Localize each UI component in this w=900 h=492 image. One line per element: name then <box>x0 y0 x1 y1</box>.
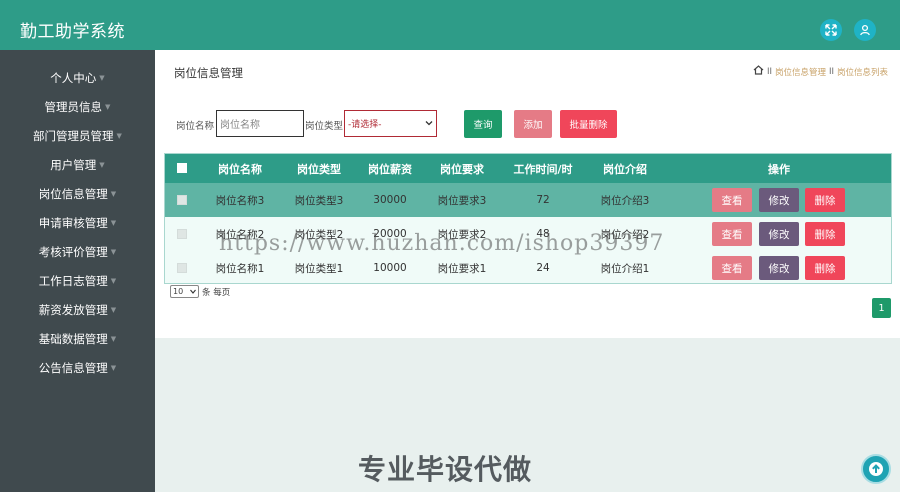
column-header-hours: 工作时间/时 <box>513 162 573 176</box>
fullscreen-icon[interactable] <box>820 19 842 41</box>
chevron-down-icon: ▼ <box>105 103 111 111</box>
sidebar-item-evaluation[interactable]: 考核评价管理 ▼ <box>0 238 155 267</box>
chevron-down-icon: ▼ <box>110 248 117 256</box>
app-title: 勤工助学系统 <box>20 22 125 42</box>
sidebar-item-label: 管理员信息 <box>44 100 103 114</box>
view-button[interactable]: 查看 <box>712 188 752 212</box>
sidebar-item-label: 用户管理 <box>50 158 97 172</box>
promo-text: 专业毕设代做 <box>358 453 533 486</box>
column-header-type: 岗位类型 <box>297 162 341 176</box>
row-checkbox[interactable] <box>177 195 187 205</box>
sidebar-item-label: 薪资发放管理 <box>38 303 108 317</box>
table-row: 岗位名称3 岗位类型3 30000 岗位要求3 72 岗位介绍3 查看 修改 删… <box>165 183 891 217</box>
position-type-label: 岗位类型 <box>305 121 344 132</box>
chevron-down-icon: ▼ <box>99 161 105 169</box>
chevron-down-icon: ▼ <box>110 219 117 227</box>
sidebar-item-salary[interactable]: 薪资发放管理 ▼ <box>0 296 155 325</box>
page-title: 岗位信息管理 <box>174 66 243 80</box>
sidebar-item-positions[interactable]: 岗位信息管理 ▼ <box>0 180 155 209</box>
page-size-select[interactable]: 10 <box>170 285 199 298</box>
position-type-select[interactable]: -请选择- <box>344 110 437 137</box>
breadcrumb: II 岗位信息管理 II 岗位信息列表 <box>753 65 888 78</box>
sidebar-item-work-log[interactable]: 工作日志管理 ▼ <box>0 267 155 296</box>
search-button[interactable]: 查询 <box>464 110 502 138</box>
select-all-checkbox[interactable] <box>177 163 187 173</box>
column-header-requirement: 岗位要求 <box>440 162 484 176</box>
arrow-up-circle-icon[interactable] <box>861 454 891 484</box>
breadcrumb-item[interactable]: 岗位信息管理 <box>775 66 826 78</box>
sidebar-item-announcements[interactable]: 公告信息管理 ▼ <box>0 354 155 383</box>
column-header-intro: 岗位介绍 <box>603 162 647 176</box>
position-name-label: 岗位名称 <box>176 121 215 132</box>
position-name-input[interactable]: 岗位名称 <box>216 110 304 137</box>
delete-button[interactable]: 删除 <box>805 256 845 280</box>
page-size-value: 10 <box>173 287 184 296</box>
chevron-down-icon <box>190 287 196 296</box>
home-icon[interactable] <box>753 65 764 78</box>
cell-salary: 30000 <box>373 194 407 206</box>
view-button[interactable]: 查看 <box>712 222 752 246</box>
sidebar-item-label: 基础数据管理 <box>38 332 108 346</box>
user-icon[interactable] <box>854 19 876 41</box>
sidebar-item-label: 部门管理员管理 <box>33 129 114 143</box>
chevron-down-icon: ▼ <box>99 74 105 82</box>
chevron-down-icon: ▼ <box>116 132 122 140</box>
sidebar-item-label: 个人中心 <box>50 71 97 85</box>
cell-requirement: 岗位要求3 <box>437 194 487 207</box>
watermark-text: https://www.huzhan.com/ishop39397 <box>219 231 665 256</box>
cell-name: 岗位名称3 <box>215 194 265 207</box>
per-page-label: 条 每页 <box>202 287 231 298</box>
sidebar-item-label: 公告信息管理 <box>38 361 108 375</box>
chevron-down-icon: ▼ <box>110 190 117 198</box>
cell-type: 岗位类型3 <box>294 194 344 207</box>
row-checkbox[interactable] <box>177 229 187 239</box>
page-number-button[interactable]: 1 <box>872 298 891 318</box>
chevron-down-icon: ▼ <box>110 306 117 314</box>
edit-button[interactable]: 修改 <box>759 222 799 246</box>
delete-button[interactable]: 删除 <box>805 188 845 212</box>
positions-table: 岗位名称 岗位类型 岗位薪资 岗位要求 工作时间/时 岗位介绍 操作 岗位名称3… <box>164 153 892 284</box>
edit-button[interactable]: 修改 <box>759 256 799 280</box>
breadcrumb-item: 岗位信息列表 <box>836 67 888 78</box>
sidebar-item-label: 工作日志管理 <box>38 274 108 288</box>
row-checkbox[interactable] <box>177 263 187 273</box>
batch-delete-button[interactable]: 批量删除 <box>560 110 617 138</box>
chevron-down-icon: ▼ <box>110 335 117 343</box>
chevron-down-icon <box>425 119 433 129</box>
search-bar: 岗位名称 岗位名称 岗位类型 -请选择- 查询 添加 批量删除 <box>176 109 896 139</box>
sidebar: 个人中心 ▼ 管理员信息 ▼ 部门管理员管理 ▼ 用户管理 ▼ 岗位信息管理 ▼ 申请审核… <box>0 50 155 492</box>
sidebar-item-base-data[interactable]: 基础数据管理 ▼ <box>0 325 155 354</box>
cell-hours: 72 <box>536 194 550 206</box>
chevron-down-icon: ▼ <box>110 277 117 285</box>
sidebar-item-users[interactable]: 用户管理 ▼ <box>0 151 155 180</box>
sidebar-item-label: 岗位信息管理 <box>38 187 108 201</box>
view-button[interactable]: 查看 <box>712 256 752 280</box>
sidebar-item-dept-admin[interactable]: 部门管理员管理 ▼ <box>0 122 155 151</box>
main-content: 岗位信息管理 II 岗位信息管理 II 岗位信息列表 岗位名称 岗位名称 岗位类… <box>155 50 900 338</box>
chevron-down-icon: ▼ <box>110 364 117 372</box>
add-button[interactable]: 添加 <box>514 110 552 138</box>
sidebar-item-label: 申请审核管理 <box>38 216 108 230</box>
sidebar-item-personal-center[interactable]: 个人中心 ▼ <box>0 64 155 93</box>
cell-intro: 岗位介绍3 <box>600 194 650 207</box>
breadcrumb-separator: II <box>766 66 772 77</box>
sidebar-item-label: 考核评价管理 <box>38 245 108 259</box>
column-header-salary: 岗位薪资 <box>368 162 412 176</box>
sidebar-item-application-review[interactable]: 申请审核管理 ▼ <box>0 209 155 238</box>
page-size-control: 10 条 每页 <box>170 285 230 298</box>
delete-button[interactable]: 删除 <box>805 222 845 246</box>
column-header-name: 岗位名称 <box>218 162 262 176</box>
table-header: 岗位名称 岗位类型 岗位薪资 岗位要求 工作时间/时 岗位介绍 操作 <box>165 154 891 183</box>
edit-button[interactable]: 修改 <box>759 188 799 212</box>
breadcrumb-separator: II <box>828 66 834 77</box>
column-header-actions: 操作 <box>768 162 790 176</box>
position-type-selected: -请选择- <box>348 120 382 130</box>
sidebar-item-admin-info[interactable]: 管理员信息 ▼ <box>0 93 155 122</box>
top-bar: 勤工助学系统 <box>0 0 900 50</box>
